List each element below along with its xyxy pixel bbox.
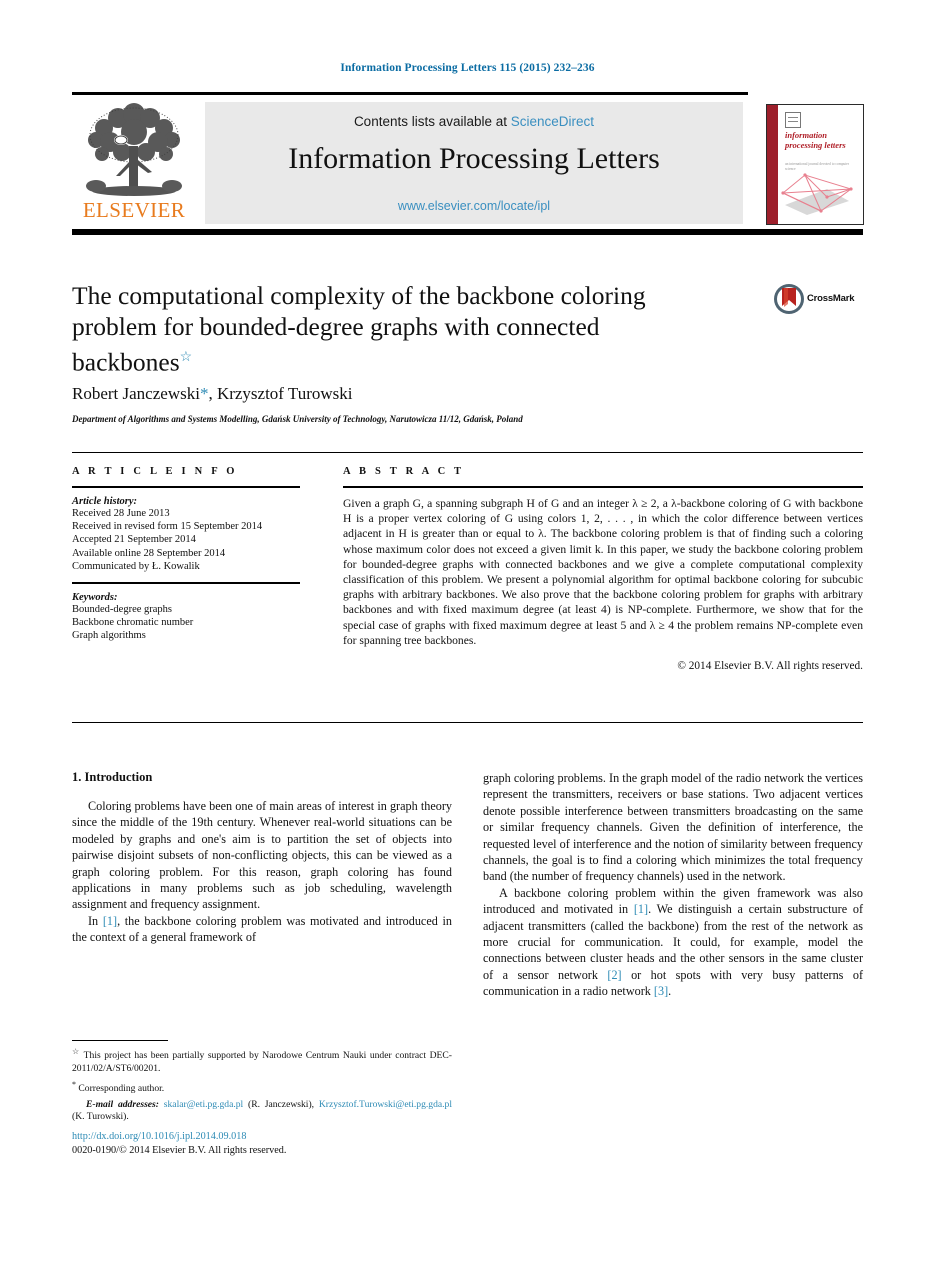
history-item: Accepted 21 September 2014 (72, 534, 196, 546)
article-page: Information Processing Letters 115 (2015… (0, 0, 935, 1266)
body-column-right: graph coloring problems. In the graph mo… (483, 770, 863, 1000)
email-addresses-label: E-mail addresses: (86, 1098, 159, 1110)
author-2: , Krzysztof Turowski (208, 384, 353, 403)
footnote-funding: ☆ This project has been partially suppor… (72, 1046, 452, 1075)
abstract-heading: A B S T R A C T (343, 466, 465, 477)
footnote-corresponding-mark: * (72, 1080, 76, 1089)
citation-ref-1[interactable]: [1] (103, 914, 117, 928)
title-footnote-mark[interactable]: ☆ (180, 350, 193, 365)
keyword-item: Backbone chromatic number (72, 617, 194, 629)
history-item: Received in revised form 15 September 20… (72, 521, 263, 533)
masthead-band: Contents lists available at ScienceDirec… (205, 102, 743, 224)
paragraph: graph coloring problems. In the graph mo… (483, 771, 863, 884)
footnote-corresponding: * Corresponding author. (72, 1079, 452, 1096)
author-1: Robert Janczewski (72, 384, 200, 403)
sciencedirect-link[interactable]: ScienceDirect (511, 114, 594, 129)
cover-publisher-mark-icon (785, 112, 801, 128)
paragraph-text: . (668, 984, 672, 999)
keywords-rule (72, 582, 300, 585)
masthead-top-rule (72, 92, 748, 95)
cover-title: information processing letters (785, 130, 846, 150)
journal-homepage-link[interactable]: www.elsevier.com/locate/ipl (205, 199, 743, 213)
footnote-corresponding-text: Corresponding author. (78, 1083, 165, 1095)
paragraph: Coloring problems have been one of main … (72, 799, 452, 912)
contents-available-line: Contents lists available at ScienceDirec… (205, 114, 743, 129)
citation-ref-1[interactable]: [1] (634, 902, 648, 916)
abstract-rule (343, 486, 863, 488)
abstract-text: Given a graph G, a spanning subgraph H o… (343, 497, 863, 647)
history-item: Available online 28 September 2014 (72, 547, 226, 559)
paragraph-text: In (88, 913, 103, 928)
citation-ref-2[interactable]: [2] (607, 968, 621, 982)
email-link-2[interactable]: Krzysztof.Turowski@eti.pg.gda.pl (319, 1099, 452, 1110)
footnote-rule (72, 1040, 168, 1041)
paragraph: A backbone coloring problem within the g… (483, 885, 863, 1000)
elsevier-wordmark: ELSEVIER (82, 198, 186, 222)
section-heading-introduction: 1. Introduction (72, 770, 153, 784)
author-list: Robert Janczewski*, Krzysztof Turowski (72, 384, 772, 404)
journal-masthead: ELSEVIER Contents lists available at Sci… (72, 92, 863, 235)
crossmark-icon (774, 284, 804, 314)
masthead-bottom-rule (72, 229, 863, 235)
page-title: The computational complexity of the back… (72, 280, 672, 378)
footnote-funding-text: This project has been partially supporte… (72, 1050, 452, 1074)
email-link-1[interactable]: skalar@eti.pg.gda.pl (164, 1099, 243, 1110)
cover-graph-artwork-icon (781, 173, 853, 215)
email-owner-2: (K. Turowski). (72, 1111, 129, 1122)
article-history-label: Article history: (72, 496, 138, 507)
article-info-rule (72, 486, 300, 488)
abstract-copyright: © 2014 Elsevier B.V. All rights reserved… (677, 660, 863, 673)
article-info-column: A R T I C L E I N F O Article history: R… (72, 466, 300, 643)
issn-copyright-line: 0020-0190/© 2014 Elsevier B.V. All right… (72, 1145, 287, 1156)
crossmark-label: CrossMark (807, 293, 855, 304)
article-title-text: The computational complexity of the back… (72, 281, 646, 377)
paragraph: In [1], the backbone coloring problem wa… (72, 913, 452, 946)
doi-link[interactable]: http://dx.doi.org/10.1016/j.ipl.2014.09.… (72, 1130, 472, 1144)
footnote-block: ☆ This project has been partially suppor… (72, 1046, 452, 1123)
elsevier-tree-icon (86, 103, 182, 196)
paragraph-text: , the backbone coloring problem was moti… (72, 913, 452, 945)
info-abstract-top-rule (72, 452, 863, 453)
history-item: Received 28 June 2013 (72, 508, 170, 519)
abstract-column: A B S T R A C T Given a graph G, a spann… (343, 466, 863, 672)
keywords-label: Keywords: (72, 592, 118, 604)
keyword-item: Bounded-degree graphs (72, 604, 173, 616)
contents-prefix: Contents lists available at (353, 114, 511, 129)
affiliation: Department of Algorithms and Systems Mod… (72, 414, 523, 424)
body-column-left: 1. Introduction Coloring problems have b… (72, 770, 452, 946)
email-owner-1: (R. Janczewski), (248, 1098, 315, 1110)
history-item: Communicated by Ł. Kowalik (72, 560, 200, 572)
citation-ref-3[interactable]: [3] (654, 984, 668, 998)
info-abstract-bottom-rule (72, 722, 863, 723)
footnote-funding-mark: ☆ (72, 1047, 81, 1056)
elsevier-logo: ELSEVIER (74, 102, 194, 224)
crossmark-badge[interactable]: CrossMark (773, 283, 869, 317)
journal-title: Information Processing Letters (288, 142, 660, 175)
article-info-heading: A R T I C L E I N F O (72, 466, 238, 477)
footnote-emails: E-mail addresses: skalar@eti.pg.gda.pl (… (72, 1099, 452, 1124)
keyword-item: Graph algorithms (72, 630, 146, 642)
footer-identifiers: http://dx.doi.org/10.1016/j.ipl.2014.09.… (72, 1130, 472, 1158)
journal-cover-thumbnail: information processing letters an intern… (766, 104, 864, 225)
running-head: Information Processing Letters 115 (2015… (340, 62, 595, 74)
